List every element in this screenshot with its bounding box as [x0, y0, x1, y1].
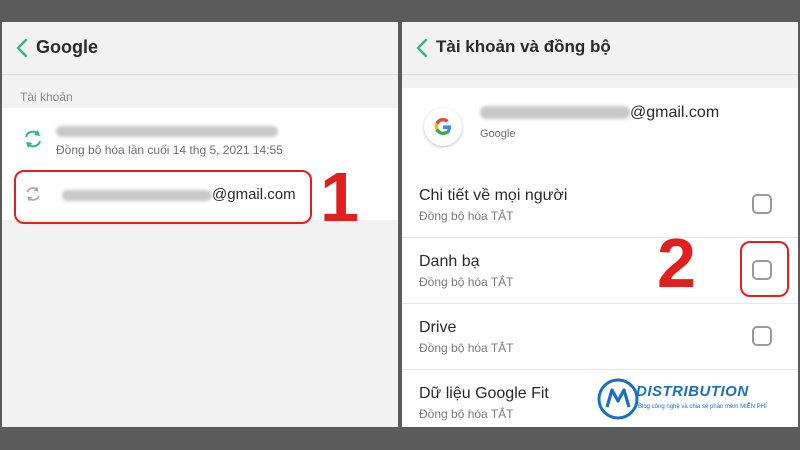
page-title: Google [36, 37, 98, 57]
sync-icon [25, 130, 41, 148]
google-logo-icon [424, 108, 462, 146]
back-chevron-icon[interactable] [412, 36, 434, 60]
watermark-tagline: Blog công nghệ và chia sẻ phần mềm MIỄN … [638, 404, 767, 410]
sync-item-status: Đồng bộ hóa TẮT [419, 275, 514, 289]
sync-item-drive[interactable]: Drive Đồng bộ hóa TẮT [402, 304, 798, 370]
sync-item-contacts[interactable]: Danh bạ Đồng bộ hóa TẮT [402, 238, 798, 304]
sync-item-status: Đồng bộ hóa TẮT [419, 209, 514, 223]
account-sync-screen: Tài khoản và đồng bộ @gmail.com Google C… [402, 22, 798, 427]
top-bar: Google [2, 22, 398, 75]
sync-item-title: Danh bạ [419, 253, 480, 270]
sync-checkbox[interactable] [752, 326, 772, 346]
account-card: @gmail.com Google [402, 88, 798, 174]
sync-item-status: Đồng bộ hóa TẮT [419, 341, 514, 355]
highlight-box-1 [14, 170, 312, 224]
sync-checkbox[interactable] [752, 194, 772, 214]
google-accounts-screen: Google Tài khoản Đồng bộ hóa lần cuối 14… [2, 22, 398, 427]
sync-item-title: Chi tiết về mọi người [419, 187, 568, 204]
account-provider: Google [480, 128, 516, 140]
account-email: @gmail.com [480, 104, 719, 122]
account-sync-status: Đồng bộ hóa lần cuối 14 thg 5, 2021 14:5… [56, 143, 283, 157]
step-number-1: 1 [320, 158, 359, 236]
watermark-brand: DISTRIBUTION [636, 383, 749, 400]
account-email [56, 122, 278, 138]
back-chevron-icon[interactable] [12, 36, 34, 60]
highlight-box-2 [740, 241, 789, 297]
distribution-watermark-logo: DISTRIBUTION Blog công nghệ và chia sẻ p… [596, 376, 796, 422]
top-bar: Tài khoản và đồng bộ [402, 22, 798, 75]
sync-item-title: Drive [419, 319, 457, 336]
redacted-email [480, 106, 630, 120]
sync-item-people[interactable]: Chi tiết về mọi người Đồng bộ hóa TẮT [402, 172, 798, 238]
step-number-2: 2 [657, 224, 696, 302]
sync-item-title: Dữ liệu Google Fit [419, 385, 549, 402]
redacted-email [56, 125, 278, 137]
sync-item-status: Đồng bộ hóa TẮT [419, 407, 514, 421]
page-title: Tài khoản và đồng bộ [436, 37, 611, 56]
section-label: Tài khoản [20, 90, 73, 104]
